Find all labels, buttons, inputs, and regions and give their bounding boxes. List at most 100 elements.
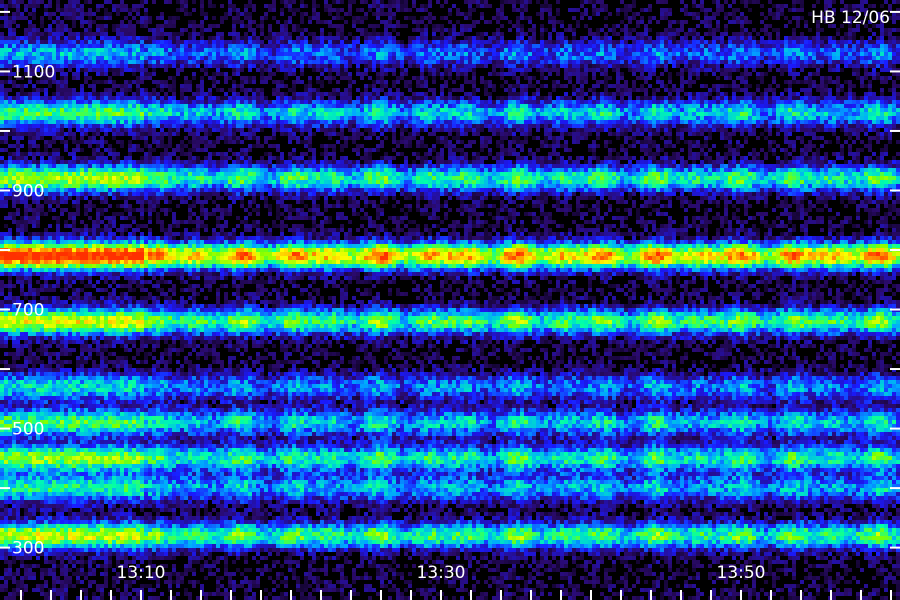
heatmap-cell: [376, 16, 380, 20]
heatmap-cell: [136, 76, 140, 80]
heatmap-cell: [644, 44, 648, 48]
heatmap-cell: [312, 68, 316, 72]
heatmap-cell: [344, 108, 348, 112]
heatmap-cell: [668, 104, 672, 108]
heatmap-cell: [644, 108, 648, 112]
heatmap-cell: [8, 100, 12, 104]
heatmap-cell: [84, 60, 88, 64]
heatmap-cell: [72, 64, 76, 68]
heatmap-cell: [684, 40, 688, 44]
heatmap-cell: [628, 48, 632, 52]
heatmap-cell: [456, 96, 460, 100]
heatmap-cell: [800, 36, 804, 40]
heatmap-cell: [48, 52, 52, 56]
heatmap-cell: [584, 72, 588, 76]
heatmap-cell: [244, 24, 248, 28]
heatmap-cell: [208, 96, 212, 100]
heatmap-cell: [276, 40, 280, 44]
heatmap-cell: [100, 108, 104, 112]
heatmap-cell: [448, 72, 452, 76]
heatmap-cell: [708, 28, 712, 32]
heatmap-cell: [892, 20, 896, 24]
heatmap-cell: [712, 104, 716, 108]
heatmap-cell: [496, 72, 500, 76]
heatmap-cell: [716, 88, 720, 92]
heatmap-cell: [788, 56, 792, 60]
heatmap-cell: [468, 112, 472, 116]
heatmap-cell: [120, 20, 124, 24]
heatmap-cell: [648, 84, 652, 88]
heatmap-cell: [480, 108, 484, 112]
heatmap-cell: [248, 64, 252, 68]
heatmap-cell: [92, 48, 96, 52]
heatmap-cell: [652, 44, 656, 48]
heatmap-cell: [288, 56, 292, 60]
heatmap-cell: [460, 48, 464, 52]
heatmap-cell: [16, 36, 20, 40]
heatmap-cell: [468, 44, 472, 48]
heatmap-cell: [520, 12, 524, 16]
heatmap-cell: [620, 44, 624, 48]
heatmap-cell: [364, 40, 368, 44]
heatmap-cell: [208, 52, 212, 56]
heatmap-cell: [192, 8, 196, 12]
heatmap-cell: [844, 80, 848, 84]
heatmap-cell: [472, 96, 476, 100]
heatmap-cell: [744, 52, 748, 56]
heatmap-cell: [496, 60, 500, 64]
heatmap-cell: [532, 32, 536, 36]
heatmap-cell: [732, 108, 736, 112]
heatmap-cell: [600, 104, 604, 108]
heatmap-cell: [788, 108, 792, 112]
heatmap-cell: [260, 64, 264, 68]
heatmap-cell: [160, 100, 164, 104]
heatmap-cell: [32, 44, 36, 48]
heatmap-cell: [148, 56, 152, 60]
heatmap-cell: [364, 112, 368, 116]
heatmap-cell: [72, 104, 76, 108]
heatmap-cell: [868, 60, 872, 64]
heatmap-cell: [92, 56, 96, 60]
heatmap-cell: [740, 76, 744, 80]
heatmap-cell: [108, 96, 112, 100]
heatmap-cell: [664, 0, 668, 4]
heatmap-cell: [164, 64, 168, 68]
heatmap-cell: [172, 84, 176, 88]
heatmap-cell: [280, 8, 284, 12]
heatmap-cell: [500, 100, 504, 104]
heatmap-cell: [252, 4, 256, 8]
heatmap-cell: [8, 4, 12, 8]
heatmap-cell: [824, 0, 828, 4]
heatmap-cell: [492, 16, 496, 20]
heatmap-cell: [248, 52, 252, 56]
heatmap-cell: [416, 36, 420, 40]
heatmap-cell: [428, 40, 432, 44]
heatmap-cell: [828, 108, 832, 112]
heatmap-cell: [72, 112, 76, 116]
heatmap-cell: [656, 36, 660, 40]
heatmap-cell: [496, 64, 500, 68]
heatmap-cell: [632, 104, 636, 108]
heatmap-cell: [400, 104, 404, 108]
heatmap-cell: [644, 36, 648, 40]
heatmap-cell: [236, 8, 240, 12]
heatmap-cell: [528, 36, 532, 40]
heatmap-cell: [28, 44, 32, 48]
heatmap-cell: [132, 92, 136, 96]
heatmap-cell: [228, 44, 232, 48]
heatmap-cell: [472, 92, 476, 96]
heatmap-cell: [536, 44, 540, 48]
heatmap-cell: [604, 116, 608, 120]
heatmap-cell: [412, 92, 416, 96]
heatmap-cell: [316, 76, 320, 80]
heatmap-cell: [620, 92, 624, 96]
heatmap-cell: [252, 44, 256, 48]
heatmap-cell: [444, 108, 448, 112]
heatmap-cell: [288, 60, 292, 64]
heatmap-cell: [240, 24, 244, 28]
heatmap-cell: [680, 96, 684, 100]
heatmap-cell: [740, 104, 744, 108]
heatmap-cell: [372, 28, 376, 32]
heatmap-cell: [536, 12, 540, 16]
heatmap-cell: [120, 108, 124, 112]
